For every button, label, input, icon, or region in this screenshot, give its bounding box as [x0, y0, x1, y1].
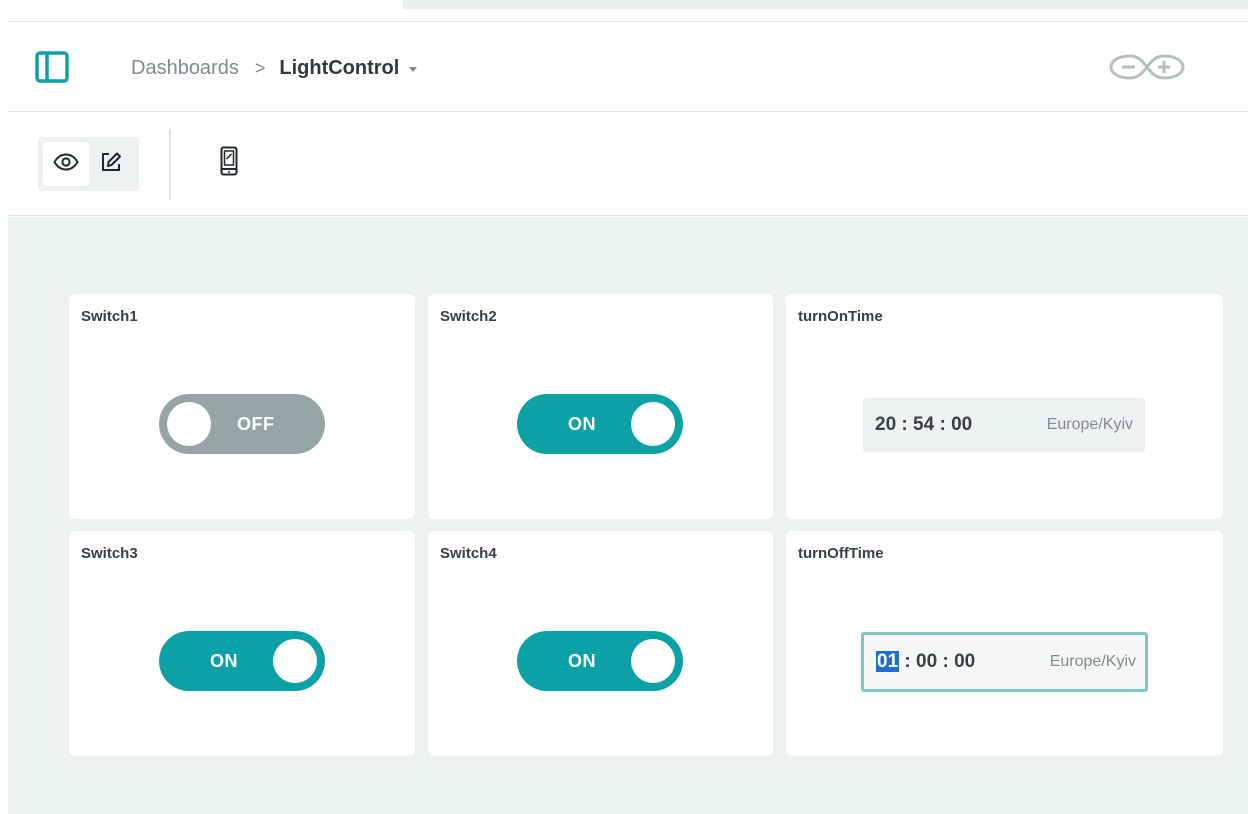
toggle-knob — [631, 639, 675, 683]
mode-switcher — [38, 137, 139, 191]
timezone-label: Europe/Kyiv — [1049, 653, 1136, 670]
widget-title: Switch1 — [81, 308, 138, 325]
switch2-toggle[interactable]: ON — [517, 394, 683, 454]
widget-switch1: Switch1 OFF — [69, 294, 415, 519]
breadcrumb-dashboards-link[interactable]: Dashboards — [131, 57, 239, 80]
widget-turn-on-time: turnOnTime 20 : 54 : 00 Europe/Kyiv — [786, 294, 1223, 519]
widget-switch2: Switch2 ON — [428, 294, 773, 519]
time-hours[interactable]: 20 — [875, 414, 896, 435]
mobile-view-button[interactable] — [213, 143, 245, 183]
widget-turn-off-time: turnOffTime 01 : 00 : 00 Europe/Kyiv — [786, 531, 1223, 756]
time-seconds[interactable]: 00 — [954, 651, 975, 672]
widget-title: turnOnTime — [798, 308, 883, 325]
time-hours[interactable]: 01 — [876, 651, 900, 672]
mobile-phone-icon — [220, 146, 238, 181]
widget-title: Switch2 — [440, 308, 497, 325]
time-value: 20 : 54 : 00 — [875, 414, 973, 435]
dashboard-toolbar — [8, 113, 1248, 216]
sidebar-toggle-icon[interactable] — [35, 51, 69, 83]
breadcrumb-separator: > — [254, 57, 266, 78]
toggle-state-label: OFF — [237, 414, 275, 434]
turn-off-time-field[interactable]: 01 : 00 : 00 Europe/Kyiv — [861, 632, 1148, 692]
widget-title: Switch3 — [81, 545, 138, 562]
timezone-label: Europe/Kyiv — [1046, 416, 1133, 433]
widget-switch3: Switch3 ON — [69, 531, 415, 756]
toggle-knob — [273, 639, 317, 683]
toggle-knob — [631, 402, 675, 446]
pencil-icon — [100, 151, 122, 178]
switch1-toggle[interactable]: OFF — [159, 394, 325, 454]
time-minutes[interactable]: 00 — [916, 651, 937, 672]
widget-title: turnOffTime — [798, 545, 884, 562]
widget-title: Switch4 — [440, 545, 497, 562]
time-seconds[interactable]: 00 — [951, 414, 972, 435]
browser-tab-bar — [403, 0, 1248, 9]
toolbar-divider — [169, 129, 171, 200]
arduino-logo-icon — [1108, 48, 1186, 86]
time-value: 01 : 00 : 00 — [876, 651, 976, 672]
view-mode-button[interactable] — [43, 142, 89, 186]
browser-top-strip — [0, 0, 1248, 22]
time-minutes[interactable]: 54 — [913, 414, 934, 435]
toggle-state-label: ON — [210, 651, 238, 671]
edit-mode-button[interactable] — [88, 142, 134, 186]
dashboard-dropdown-icon[interactable] — [409, 66, 418, 72]
toggle-state-label: ON — [568, 414, 596, 434]
dashboard-name[interactable]: LightControl — [279, 57, 399, 80]
breadcrumb: Dashboards > LightControl — [131, 55, 418, 81]
turn-on-time-field[interactable]: 20 : 54 : 00 Europe/Kyiv — [863, 398, 1145, 452]
toggle-state-label: ON — [568, 651, 596, 671]
switch3-toggle[interactable]: ON — [159, 631, 325, 691]
widget-switch4: Switch4 ON — [428, 531, 773, 756]
dashboard-header: Dashboards > LightControl — [8, 22, 1248, 112]
eye-icon — [53, 152, 79, 176]
toggle-knob — [167, 402, 211, 446]
dashboard-canvas: Switch1 OFF Switch2 ON turnOnTime 20 : 5… — [8, 217, 1248, 814]
switch4-toggle[interactable]: ON — [517, 631, 683, 691]
